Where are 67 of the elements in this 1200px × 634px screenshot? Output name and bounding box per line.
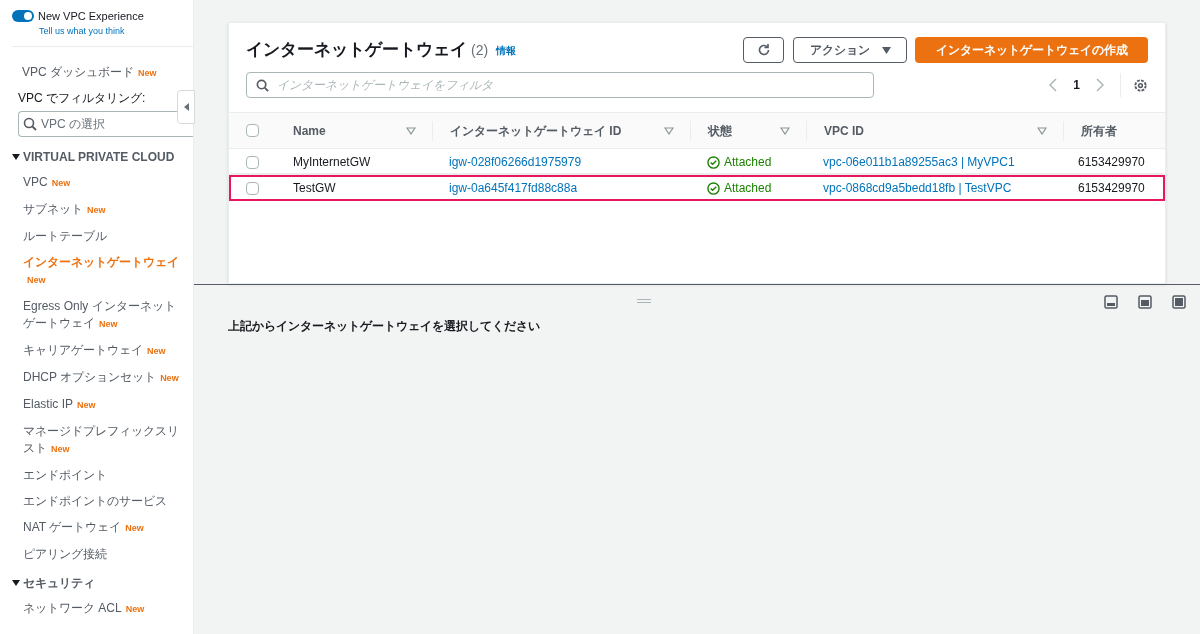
column-header[interactable]: インターネットゲートウェイ ID — [450, 121, 622, 140]
column-header[interactable]: Name — [293, 121, 326, 140]
table-cell: TestGW — [293, 181, 336, 195]
gateway-id-link[interactable]: igw-0a645f417fd88c88a — [449, 181, 578, 195]
actions-button[interactable]: アクション — [793, 37, 907, 63]
status-text: Attached — [724, 154, 772, 171]
nav-item[interactable]: ネットワーク ACL New — [23, 600, 181, 618]
nav-item[interactable]: VPC New — [23, 174, 181, 192]
check-circle-icon — [707, 181, 720, 195]
vpc-id-link[interactable]: vpc-06e011b1a89255ac3 | MyVPC1 — [823, 155, 1015, 169]
nav-item[interactable]: ルートテーブル — [23, 228, 181, 245]
expand-caret-icon[interactable] — [12, 579, 20, 587]
nav-item[interactable]: VPC ダッシュボード New — [22, 63, 193, 81]
toggle-label: New VPC Experience — [38, 9, 144, 24]
nav-item[interactable]: マネージドプレフィックスリスト New — [23, 423, 181, 458]
collapse-button[interactable] — [177, 90, 195, 124]
checkbox[interactable] — [246, 181, 259, 195]
sort-icon[interactable] — [780, 126, 790, 135]
gateway-id-link[interactable]: igw-028f06266d1975979 — [449, 155, 582, 169]
nav-item[interactable]: Elastic IP New — [23, 396, 181, 414]
table-cell: 6153429970 — [1078, 181, 1145, 195]
info-link[interactable]: 情報 — [496, 42, 517, 58]
drag-handle-icon[interactable] — [637, 299, 651, 303]
filter-label: VPC でフィルタリング: — [17, 90, 147, 107]
feedback-link[interactable]: Tell us what you think — [39, 24, 193, 38]
caret-icon — [183, 103, 189, 111]
search-icon — [256, 78, 269, 92]
nav-item[interactable]: NAT ゲートウェイ New — [23, 519, 181, 537]
nav-item[interactable]: エンドポイントのサービス — [23, 493, 181, 510]
nav-item[interactable]: ピアリング接続 — [23, 546, 181, 563]
check-circle-icon — [707, 155, 720, 169]
panel-layout-icon[interactable] — [1172, 295, 1186, 309]
column-header[interactable]: 所有者 — [1081, 121, 1117, 140]
nav-item[interactable]: エンドポイント — [23, 467, 181, 484]
sort-icon[interactable] — [1037, 126, 1047, 135]
column-header[interactable]: 状態 — [708, 121, 732, 140]
toggle-switch[interactable] — [12, 10, 34, 23]
settings-icon[interactable] — [1133, 77, 1148, 93]
refresh-button[interactable] — [743, 37, 784, 63]
expand-caret-icon[interactable] — [12, 153, 20, 161]
highlighted-row[interactable]: TestGW igw-0a645f417fd88c88a Attached vpc-0868cd9a5bedd18fb | TestVPC 6153429970 — [229, 175, 1165, 201]
search-icon — [23, 117, 37, 131]
table-cell: MyInternetGW — [293, 155, 371, 169]
column-header[interactable]: VPC ID — [824, 121, 864, 140]
panel-layout-icon[interactable] — [1104, 295, 1118, 309]
table-cell: 6153429970 — [1078, 155, 1145, 169]
nav-item[interactable]: Egress Only インターネットゲートウェイ New — [23, 298, 181, 333]
section-heading[interactable]: VIRTUAL PRIVATE CLOUD — [23, 149, 175, 165]
page-number[interactable]: 1 — [1073, 76, 1080, 94]
nav-item[interactable]: DHCP オプションセット New — [23, 369, 181, 387]
checkbox[interactable] — [246, 124, 259, 137]
caret-icon — [881, 46, 891, 54]
item-count: (2) — [471, 40, 489, 60]
checkbox[interactable] — [246, 155, 259, 169]
sort-icon[interactable] — [406, 126, 416, 135]
previous-page-icon[interactable] — [1049, 78, 1058, 92]
status-text: Attached — [724, 180, 772, 197]
panel-layout-icon[interactable] — [1138, 295, 1152, 309]
panel-title: インターネットゲートウェイ — [246, 39, 467, 62]
nav-item[interactable]: キャリアゲートウェイ New — [23, 342, 181, 360]
nav-item[interactable]: サブネット New — [23, 201, 181, 219]
next-page-icon[interactable] — [1096, 78, 1104, 92]
vpc-id-link[interactable]: vpc-0868cd9a5bedd18fb | TestVPC — [823, 181, 1012, 195]
refresh-icon — [756, 43, 771, 57]
sort-icon[interactable] — [664, 126, 674, 135]
details-message: 上記からインターネットゲートウェイを選択してください — [228, 318, 541, 335]
section-heading[interactable]: セキュリティ — [23, 575, 95, 591]
